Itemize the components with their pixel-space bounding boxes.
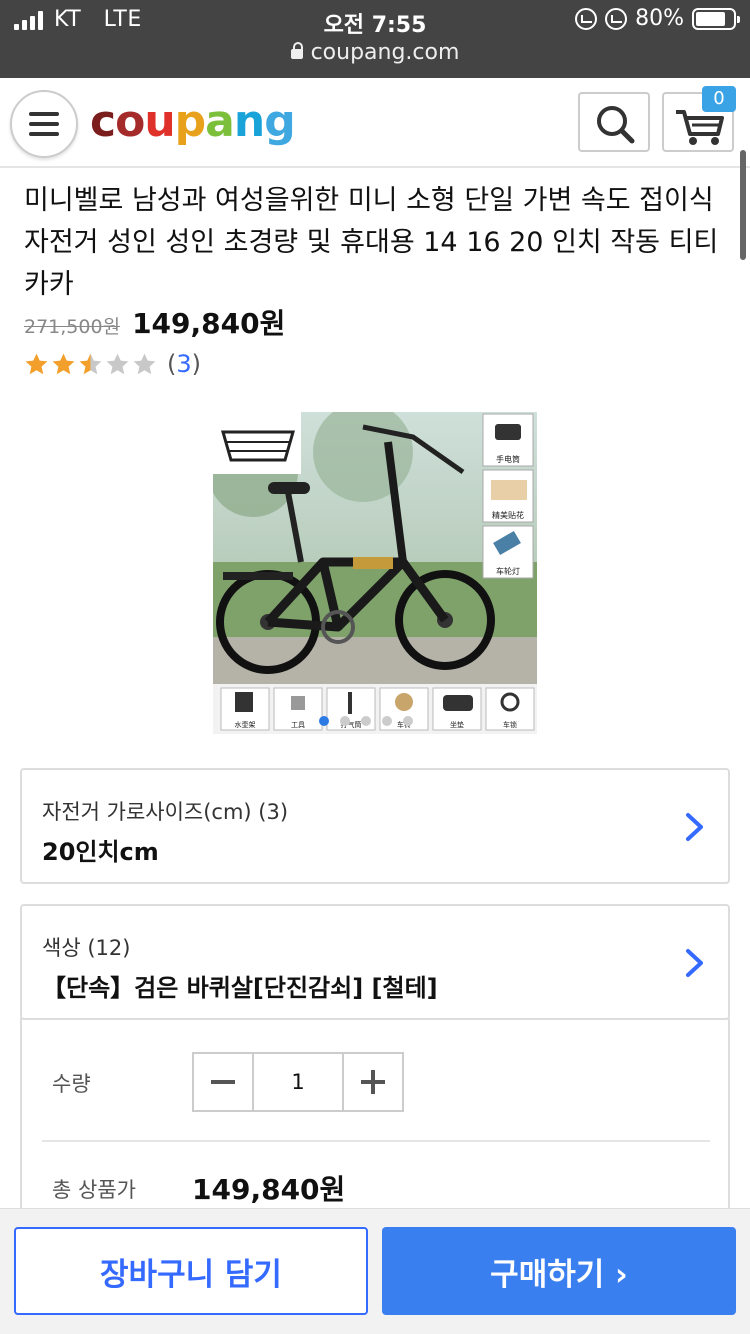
minus-icon	[211, 1080, 235, 1084]
size-option-value: 20인치cm	[42, 838, 159, 866]
carousel-dot[interactable]	[319, 716, 329, 726]
logo-letter: o	[115, 96, 145, 147]
url-text: coupang.com	[310, 40, 460, 65]
product-rating[interactable]: (3)	[24, 350, 201, 378]
color-option-selector[interactable]: 색상 (12) 【단속】검은 바퀴살[단진감쇠] [철테]	[20, 904, 730, 1020]
star-icon	[106, 353, 129, 374]
menu-button[interactable]	[10, 90, 78, 158]
carousel-dot[interactable]	[340, 716, 350, 726]
page-scrollbar[interactable]	[740, 150, 746, 260]
site-header: coupang 0	[0, 78, 750, 168]
star-icon	[133, 353, 156, 374]
bottom-label-1: 工具	[291, 721, 305, 729]
lock-icon	[290, 42, 303, 59]
color-option-label: 색상 (12)	[42, 936, 131, 960]
status-bar: KT LTE 오전 7:55 80% coupang.com	[0, 0, 750, 78]
logo-letter: u	[144, 96, 175, 147]
quantity-label: 수량	[52, 1072, 91, 1096]
quantity-input[interactable]: 1	[252, 1054, 344, 1110]
logo-letter: g	[264, 96, 295, 147]
plus-icon	[361, 1070, 385, 1094]
logo-letter: a	[205, 96, 235, 147]
carousel-dot[interactable]	[403, 716, 413, 726]
sale-price: 149,840원	[132, 307, 286, 340]
divider	[42, 1140, 710, 1142]
chevron-right-icon	[686, 949, 703, 977]
carousel-dot[interactable]	[361, 716, 371, 726]
bottom-label-5: 车锁	[503, 720, 517, 729]
increase-quantity-button[interactable]	[344, 1054, 402, 1110]
logo-letter: p	[174, 96, 206, 147]
address-bar[interactable]: coupang.com	[0, 40, 750, 65]
search-icon	[597, 106, 635, 144]
quantity-section: 수량 1 총 상품가 149,840원	[20, 1018, 730, 1218]
cart-button[interactable]: 0	[662, 86, 736, 152]
total-price: 149,840원	[192, 1173, 346, 1206]
side-label-1: 精美贴花	[492, 510, 524, 520]
star-icon	[25, 353, 48, 374]
carousel-dot[interactable]	[382, 716, 392, 726]
search-button[interactable]	[578, 92, 650, 152]
side-label-0: 手电筒	[496, 454, 520, 464]
size-option-label: 자전거 가로사이즈(cm) (3)	[42, 800, 289, 824]
chevron-right-icon	[686, 813, 703, 841]
add-to-cart-button[interactable]: 장바구니 담기	[14, 1227, 368, 1315]
bottom-label-4: 坐垫	[450, 720, 464, 729]
size-option-selector[interactable]: 자전거 가로사이즈(cm) (3) 20인치cm	[20, 768, 730, 884]
quantity-stepper: 1	[192, 1052, 404, 1112]
rotation-lock-icon	[575, 7, 598, 30]
total-label: 총 상품가	[52, 1178, 136, 1202]
side-label-2: 车轮灯	[496, 566, 520, 576]
logo-letter: n	[233, 96, 265, 147]
product-title: 미니벨로 남성과 여성을위한 미니 소형 단일 가변 속도 접이식 자전거 성인…	[24, 185, 719, 300]
bottom-label-0: 水壶架	[235, 720, 256, 729]
bottom-action-bar: 장바구니 담기 구매하기 ›	[0, 1208, 750, 1334]
alarm-icon	[605, 7, 628, 30]
product-image-carousel[interactable]: 手电筒 精美贴花 车轮灯 水壶架 工具 打气筒 车铃	[213, 412, 537, 734]
battery-icon	[692, 7, 740, 30]
carousel-dots[interactable]	[319, 716, 413, 726]
color-option-value: 【단속】검은 바퀴살[단진감쇠] [철테]	[42, 974, 438, 1002]
rating-stars	[24, 352, 157, 377]
review-count[interactable]: (3)	[167, 350, 201, 378]
star-icon	[52, 353, 75, 374]
coupang-logo[interactable]: coupang	[90, 96, 296, 147]
folding-bike-photo: 手电筒 精美贴花 车轮灯 水壶架 工具 打气筒 车铃	[213, 412, 537, 734]
price-row: 271,500원 149,840원	[24, 302, 285, 342]
decrease-quantity-button[interactable]	[194, 1054, 252, 1110]
battery-percent: 80%	[635, 6, 684, 31]
hamburger-icon	[29, 112, 59, 116]
original-price: 271,500원	[24, 316, 121, 338]
cart-count-badge: 0	[702, 86, 736, 112]
star-icon	[79, 353, 102, 374]
logo-letter: c	[90, 96, 116, 147]
buy-now-button[interactable]: 구매하기 ›	[382, 1227, 736, 1315]
